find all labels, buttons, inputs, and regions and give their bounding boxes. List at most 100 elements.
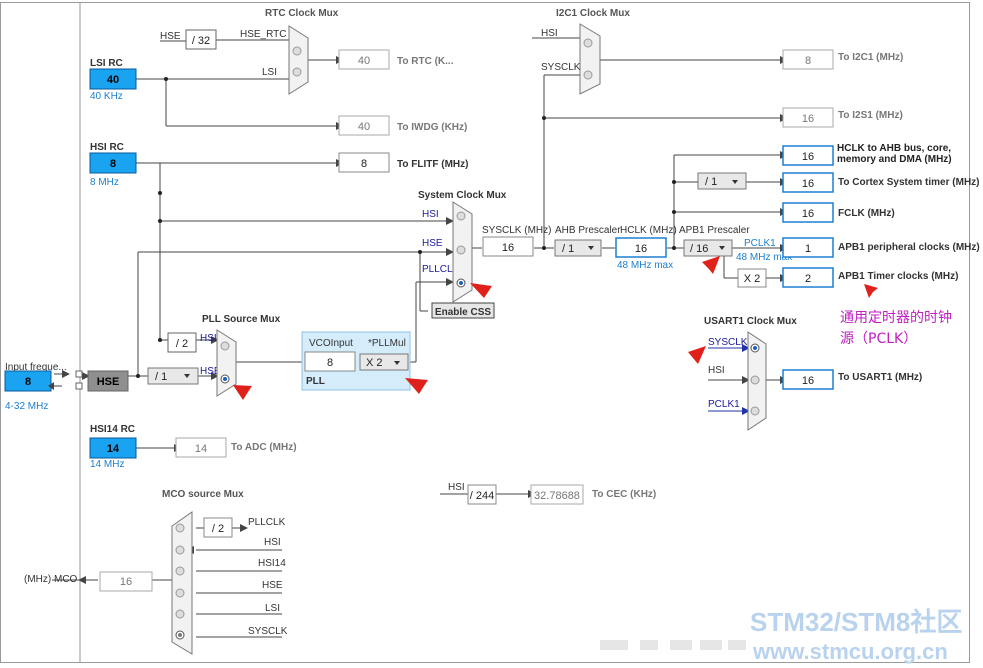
lsi-freq: 40 KHz [90, 91, 123, 102]
hsi-value: 8 [110, 158, 116, 170]
rtc-out-label: To RTC (K... [397, 56, 454, 67]
i2c1-value: 8 [805, 55, 811, 67]
sysmux-in-hsi: HSI [422, 209, 439, 220]
mco-in-pllclk: PLLCLK [248, 517, 286, 528]
watermark-line2: www.stmcu.org.cn [752, 639, 948, 664]
hsi-freq: 8 MHz [90, 177, 119, 188]
flitf-label: To FLITF (MHz) [397, 159, 468, 170]
mco-divider: / 2 [203, 517, 233, 538]
hse-prediv-value: / 1 [155, 371, 167, 383]
cec-label: To CEC (KHz) [592, 489, 656, 500]
ahb-prescaler-value: / 1 [562, 243, 574, 255]
enable-css-button[interactable]: Enable CSS [431, 302, 495, 319]
iwdg-label: To IWDG (KHz) [397, 122, 467, 133]
cec-value: 32.78688 [534, 490, 580, 502]
pll-name: PLL [306, 376, 325, 387]
rtc-out-value: 40 [358, 55, 370, 67]
pll-vco-label: VCOInput [309, 338, 353, 349]
cec-in-hsi: HSI [448, 482, 465, 493]
pclk1-label: PCLK1 [744, 238, 776, 249]
rtc-mux-title: RTC Clock Mux [265, 8, 339, 19]
sysclk-label: SYSCLK (MHz) [482, 225, 551, 236]
diagram-frame [0, 2, 970, 663]
apb1-prescaler-value: / 16 [690, 243, 708, 255]
i2s1-value: 16 [802, 113, 814, 125]
sysclk-value: 16 [502, 242, 514, 254]
usart1-in-sysclk: SYSCLK [708, 337, 748, 348]
adc-value: 14 [195, 443, 207, 455]
hsi14-title: HSI14 RC [90, 424, 135, 435]
adc-label: To ADC (MHz) [231, 442, 297, 453]
apb1-peripheral-label: APB1 peripheral clocks (MHz) [838, 242, 980, 253]
hse-prediv-select[interactable]: / 1 [147, 367, 199, 385]
sysmux-in-hse: HSE [422, 238, 443, 249]
pll-vco-value: 8 [327, 357, 333, 369]
cec-div-value: / 244 [470, 490, 494, 502]
usart1-value: 16 [802, 375, 814, 387]
sysclk-output: 16 [482, 236, 534, 257]
timer-multiplier-value: X 2 [744, 273, 761, 285]
pllsrc-hsi-divider: / 2 [167, 332, 197, 353]
mco-in-hsi: HSI [264, 537, 281, 548]
usart1-label: To USART1 (MHz) [838, 372, 922, 383]
annotation-line1: 通用定时器的时钟 [840, 309, 952, 326]
input-frequency-range: 4-32 MHz [5, 401, 48, 412]
hse-button[interactable]: HSE [87, 370, 129, 392]
cortex-divider-select[interactable]: / 1 [697, 172, 747, 190]
mco-label: (MHz) MCO [24, 574, 78, 585]
mco-mux-title: MCO source Mux [162, 489, 244, 500]
pllsrc-title: PLL Source Mux [202, 314, 281, 325]
timer-multiplier: X 2 [737, 268, 767, 288]
clock-tree-diagram: LSI RC 40 40 KHz HSI RC 8 8 MHz HSI14 RC… [0, 2, 980, 664]
i2c1-in-sysclk: SYSCLK [541, 62, 581, 73]
mco-in-sysclk: SYSCLK [248, 626, 288, 637]
pllsrc-div-value: / 2 [176, 338, 188, 350]
enable-css-label: Enable CSS [435, 307, 491, 318]
pll-block: VCOInput *PLLMul 8 X 2 PLL [301, 331, 411, 391]
pll-mul-value: X 2 [366, 357, 383, 369]
cortex-label: To Cortex System timer (MHz) [838, 177, 980, 188]
usart1-in-pclk1: PCLK1 [708, 399, 740, 410]
rtc-in-hse: HSE [160, 31, 181, 42]
flitf-value: 8 [361, 158, 367, 170]
cortex-divider-value: / 1 [705, 176, 717, 188]
hclk-bus-value: 16 [802, 151, 814, 163]
rtc-in-hse-rtc: HSE_RTC [240, 29, 287, 40]
annotation-line2: 源（PCLK） [840, 331, 917, 347]
i2s1-label: To I2S1 (MHz) [838, 110, 903, 121]
apb1-timer-value: 2 [805, 273, 811, 285]
hsi-title: HSI RC [90, 142, 124, 153]
hclk-field[interactable]: 16 [615, 237, 667, 258]
ahb-prescaler-label: AHB Prescaler [555, 225, 621, 236]
sysmux-title: System Clock Mux [418, 190, 507, 201]
pll-source-mux[interactable] [216, 329, 237, 397]
apb1-prescaler-label: APB1 Prescaler [679, 225, 750, 236]
hse-button-label: HSE [97, 376, 120, 388]
iwdg-value: 40 [358, 121, 370, 133]
mco-output: 16 [99, 571, 153, 592]
cortex-value: 16 [802, 178, 814, 190]
rtc-in-lsi: LSI [262, 67, 277, 78]
hsi14-value: 14 [107, 443, 120, 455]
i2c1-label: To I2C1 (MHz) [838, 52, 903, 63]
apb1-prescaler-select[interactable]: / 16 [683, 239, 733, 257]
apb1-peripheral-value: 1 [805, 243, 811, 255]
fclk-label: FCLK (MHz) [838, 208, 895, 219]
hclk-label: HCLK (MHz) [620, 225, 677, 236]
hclk-max: 48 MHz max [617, 260, 673, 271]
usart1-mux-title: USART1 Clock Mux [704, 316, 797, 327]
i2c1-mux[interactable] [579, 23, 601, 95]
input-frequency-value: 8 [25, 376, 31, 388]
hclk-bus-output: 16 HCLK to AHB bus, core, memory and DMA… [782, 143, 952, 166]
mco-value: 16 [120, 576, 132, 588]
lsi-value: 40 [107, 74, 119, 86]
rtc-mux[interactable] [288, 25, 309, 95]
pllsrc-in-hsi: HSI [200, 333, 217, 344]
mco-in-lsi: LSI [265, 603, 280, 614]
ahb-prescaler-select[interactable]: / 1 [554, 239, 602, 257]
mco-in-hsi14: HSI14 [258, 558, 286, 569]
usart1-in-hsi: HSI [708, 365, 725, 376]
hsi14-freq: 14 MHz [90, 459, 124, 470]
mco-in-hse: HSE [262, 580, 283, 591]
i2c1-in-hsi: HSI [541, 28, 558, 39]
